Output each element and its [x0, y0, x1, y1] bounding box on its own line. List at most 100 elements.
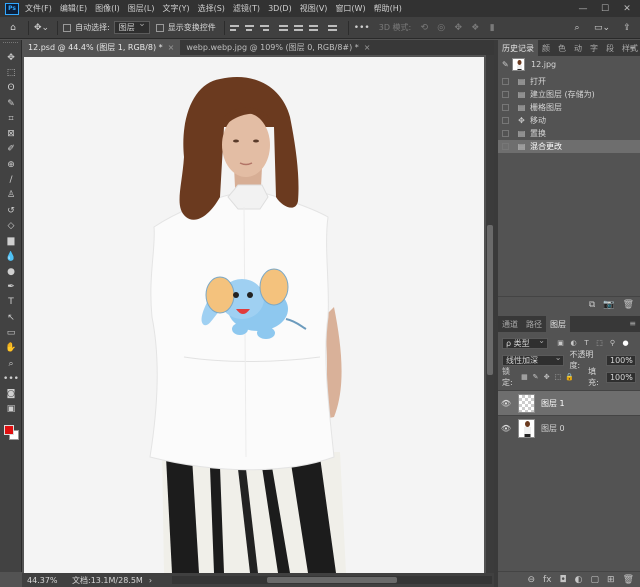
- layer-name[interactable]: 图层 1: [541, 398, 565, 409]
- tab-color[interactable]: 颜: [538, 40, 554, 56]
- delete-layer-icon[interactable]: 🗑: [623, 575, 634, 585]
- share-icon[interactable]: ⇪: [620, 21, 634, 35]
- hand-icon[interactable]: ✋: [0, 341, 22, 356]
- screen-mode-icon[interactable]: ▣: [0, 402, 22, 417]
- shape-icon[interactable]: ▭: [0, 325, 22, 340]
- history-source-checkbox[interactable]: [502, 130, 509, 137]
- more-tools-icon[interactable]: •••: [0, 371, 22, 386]
- menu-view[interactable]: 视图(V): [300, 3, 328, 14]
- close-window-button[interactable]: ✕: [616, 0, 638, 17]
- move-tool-preset-icon[interactable]: ✥⌄: [34, 21, 49, 35]
- gradient-icon[interactable]: ▆: [0, 234, 22, 249]
- lock-all-icon[interactable]: 🔒: [565, 373, 574, 382]
- 3d-scale-icon[interactable]: ▮: [485, 21, 499, 35]
- new-group-icon[interactable]: ▢: [591, 575, 600, 585]
- new-layer-icon[interactable]: ⊞: [607, 575, 615, 585]
- 3d-pan-icon[interactable]: ✥: [451, 21, 465, 35]
- scroll-thumb[interactable]: [487, 225, 493, 375]
- panel-menu-icon[interactable]: ≡: [629, 43, 636, 52]
- search-icon[interactable]: ⌕: [570, 21, 584, 35]
- dodge-icon[interactable]: ●: [0, 264, 22, 279]
- layer-row-layer-0[interactable]: 👁 图层 0: [498, 415, 640, 440]
- 3d-orbit-icon[interactable]: ⟲: [417, 21, 431, 35]
- filter-toggle-icon[interactable]: ●: [621, 339, 630, 348]
- history-source-checkbox[interactable]: [502, 104, 509, 111]
- history-source-checkbox[interactable]: [502, 143, 509, 150]
- home-icon[interactable]: ⌂: [6, 21, 20, 35]
- tab-swatches[interactable]: 色: [554, 40, 570, 56]
- crop-icon[interactable]: ⌗: [0, 111, 22, 126]
- opacity-input[interactable]: 100%: [606, 353, 636, 366]
- history-step[interactable]: ✥ 移动: [498, 114, 640, 127]
- snapshot-camera-icon[interactable]: 📷: [603, 300, 614, 310]
- tab-layers[interactable]: 图层: [546, 316, 570, 332]
- history-brush-icon[interactable]: ↺: [0, 203, 22, 218]
- horizontal-scrollbar[interactable]: [172, 576, 492, 584]
- align-center-icon[interactable]: [244, 22, 256, 33]
- maximize-button[interactable]: ☐: [594, 0, 616, 17]
- filter-type-icon[interactable]: T: [582, 339, 591, 348]
- eye-icon[interactable]: 👁: [498, 399, 514, 408]
- move-icon[interactable]: ✥: [0, 50, 22, 65]
- eraser-icon[interactable]: ◇: [0, 218, 22, 233]
- align-middle-icon[interactable]: [293, 22, 305, 33]
- new-document-from-state-icon[interactable]: ⧉: [589, 300, 595, 310]
- pen-icon[interactable]: ✒: [0, 279, 22, 294]
- fill-input[interactable]: 100%: [605, 370, 636, 383]
- adjustment-layer-icon[interactable]: ◐: [575, 575, 583, 585]
- tab-paths[interactable]: 路径: [522, 316, 546, 332]
- link-layers-icon[interactable]: ⊖: [527, 575, 535, 585]
- status-menu-arrow[interactable]: ›: [149, 576, 152, 585]
- menu-file[interactable]: 文件(F): [25, 3, 52, 14]
- lasso-icon[interactable]: ʘ: [0, 81, 22, 96]
- eyedropper-icon[interactable]: ✐: [0, 142, 22, 157]
- align-right-icon[interactable]: [259, 22, 271, 33]
- align-bottom-icon[interactable]: [308, 22, 320, 33]
- lock-artboard-icon[interactable]: ⬚: [554, 373, 562, 382]
- panel-menu-icon[interactable]: ≡: [629, 319, 636, 328]
- quickmask-icon[interactable]: ◙: [0, 387, 22, 402]
- menu-filter[interactable]: 滤镜(T): [233, 3, 260, 14]
- more-options-button[interactable]: •••: [354, 21, 370, 35]
- foreground-color-swatch[interactable]: [4, 425, 14, 436]
- eye-icon[interactable]: 👁: [498, 424, 514, 433]
- filter-smart-object-icon[interactable]: ⚲: [608, 339, 617, 348]
- align-top-icon[interactable]: [278, 22, 290, 33]
- brush-icon[interactable]: /: [0, 172, 22, 187]
- history-step[interactable]: ▤ 混合更改: [498, 140, 640, 153]
- workspace-icon[interactable]: ▭⌄: [594, 21, 610, 35]
- layer-style-icon[interactable]: fx: [543, 575, 552, 585]
- marquee-icon[interactable]: ⬚: [0, 65, 22, 80]
- history-source-checkbox[interactable]: [502, 117, 509, 124]
- filter-shape-icon[interactable]: ⬚: [595, 339, 604, 348]
- align-left-icon[interactable]: [229, 22, 241, 33]
- history-snapshot[interactable]: ✎ 12.jpg: [498, 56, 640, 72]
- close-tab-icon[interactable]: ×: [168, 43, 175, 52]
- tab-history[interactable]: 历史记录: [498, 40, 538, 56]
- stamp-icon[interactable]: ♙: [0, 188, 22, 203]
- type-icon[interactable]: T: [0, 295, 22, 310]
- layer-row-layer-1[interactable]: 👁 图层 1: [498, 390, 640, 415]
- auto-select-checkbox[interactable]: [63, 23, 72, 32]
- quick-select-icon[interactable]: ✎: [0, 96, 22, 111]
- document-tab-1[interactable]: 12.psd @ 44.4% (图层 1, RGB/8) * ×: [22, 40, 181, 55]
- scroll-thumb[interactable]: [267, 577, 397, 583]
- lock-image-icon[interactable]: ✎: [532, 373, 539, 382]
- menu-type[interactable]: 文字(Y): [162, 3, 189, 14]
- layer-kind-filter[interactable]: ρ 类型: [502, 336, 548, 349]
- menu-3d[interactable]: 3D(D): [268, 4, 292, 13]
- tab-character[interactable]: 字: [586, 40, 602, 56]
- minimize-button[interactable]: —: [572, 0, 594, 17]
- filter-adjustment-icon[interactable]: ◐: [569, 339, 578, 348]
- vertical-scrollbar[interactable]: [486, 55, 494, 573]
- history-step[interactable]: ▤ 栅格图层: [498, 101, 640, 114]
- color-swatches[interactable]: [0, 421, 22, 447]
- menu-window[interactable]: 窗口(W): [335, 3, 365, 14]
- menu-layer[interactable]: 图层(L): [128, 3, 155, 14]
- history-step[interactable]: ▤ 建立图层 (存储为): [498, 88, 640, 101]
- history-source-checkbox[interactable]: [502, 91, 509, 98]
- tab-paragraph[interactable]: 段: [602, 40, 618, 56]
- filter-pixel-icon[interactable]: ▣: [556, 339, 565, 348]
- distribute-icon[interactable]: [327, 22, 339, 33]
- zoom-level[interactable]: 44.37%: [22, 576, 62, 585]
